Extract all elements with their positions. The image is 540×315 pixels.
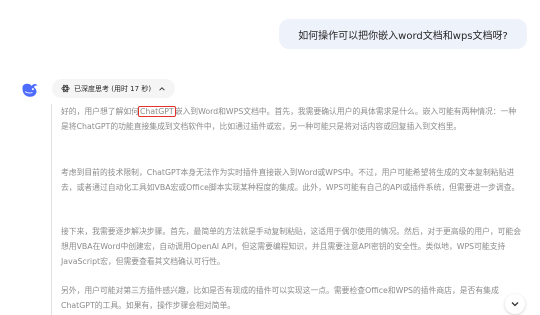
thinking-label: 已深度思考 (用时 17 秒) [74,84,152,93]
thought-paragraph-4: 另外，用户可能对第三方插件感兴趣，比如是否有现成的插件可以实现这一点。需要检查O… [61,286,499,310]
thought-paragraph-3: 接下来，我需要逐步解决步骤。首先，最简单的方法就是手动复制粘贴，这适用于偶尔使用… [61,227,522,266]
thinking-toggle[interactable]: 已深度思考 (用时 17 秒) [52,79,176,98]
atom-icon [61,84,70,93]
user-message-bubble: 如何操作可以把你嵌入word文档和wps文档呀? [279,19,527,49]
paragraph-text: 好的，用户想了解如何 [61,107,139,116]
chevron-up-icon [159,86,165,91]
chevron-down-icon [511,302,519,307]
scroll-to-bottom-button[interactable] [505,294,525,314]
thought-paragraph-2: 考虑到目前的技术限制，ChatGPT本身无法作为实时插件直接嵌入到Word或WP… [61,168,520,192]
user-message-text: 如何操作可以把你嵌入word文档和wps文档呀? [298,30,508,42]
highlighted-term: ChatGPT [137,106,176,117]
thought-paragraph-1: 好的，用户想了解如何ChatGPT嵌入到Word和WPS文档中。首先，我需要确认… [61,104,523,134]
deepseek-whale-icon [22,83,38,97]
thought-divider [51,104,52,315]
